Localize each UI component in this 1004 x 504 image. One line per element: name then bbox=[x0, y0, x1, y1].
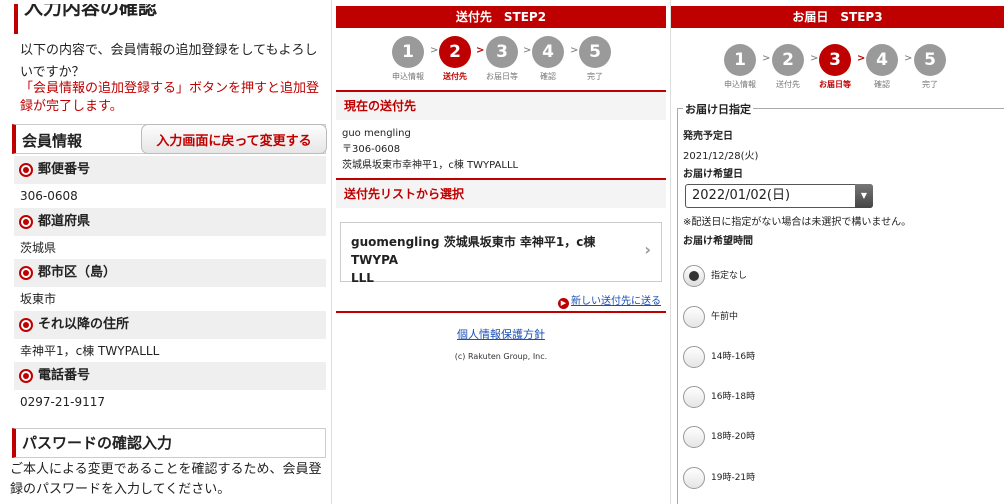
field-postal-code: 郵便番号 306-0608 bbox=[14, 156, 326, 208]
address-line: 茨城県坂東市幸神平1，c棟 TWYPALLL bbox=[342, 160, 519, 171]
field-value: 0297-21-9117 bbox=[20, 395, 106, 409]
delivery-date-note: ※配送日に指定がない場合は未選択で構いません。 bbox=[683, 217, 912, 228]
radio-button[interactable] bbox=[683, 346, 705, 368]
bullet-icon bbox=[19, 266, 33, 280]
delivery-date-select[interactable]: 2022/01/02(日) ▼ bbox=[685, 184, 873, 208]
bullet-icon bbox=[19, 318, 33, 332]
arrow-circle-icon: ▶ bbox=[558, 298, 569, 309]
delivery-date-panel: お届日 STEP3 1 申込情報 > 2 送付先 > 3 お届日等 > 4 確認 > 5… bbox=[670, 0, 1004, 504]
completion-note: 「会員情報の追加登録する」ボタンを押すと追加登録が完了します。 bbox=[20, 81, 320, 114]
step-header: 送付先 STEP2 bbox=[336, 6, 666, 28]
radio-button[interactable] bbox=[683, 386, 705, 408]
step-1: 1 申込情報 bbox=[388, 36, 428, 82]
postal-code: 〒306-0608 bbox=[342, 144, 401, 155]
step-2: 2 送付先 bbox=[435, 36, 475, 82]
shipping-address-panel: 送付先 STEP2 1 申込情報 > 2 送付先 > 3 お届日等 > 4 確認 > 5… bbox=[336, 0, 666, 504]
section-title: 会員情報 bbox=[22, 132, 83, 150]
confirm-panel: 入力内容の確認 以下の内容で、会員情報の追加登録をしてもよろしいですか？ 「会員… bbox=[0, 0, 332, 504]
step-progress: 1 申込情報 > 2 送付先 > 3 お届日等 > 4 確認 > 5 完了 bbox=[671, 44, 1004, 94]
password-section-title: パスワードの確認入力 bbox=[12, 428, 326, 458]
radio-button[interactable] bbox=[683, 306, 705, 328]
bullet-icon bbox=[19, 215, 33, 229]
field-label: 電話番号 bbox=[38, 368, 91, 383]
step-1: 1 申込情報 bbox=[720, 44, 760, 90]
field-label: 郡市区（島） bbox=[38, 265, 117, 280]
step-5: 5 完了 bbox=[910, 44, 950, 90]
saved-address-item[interactable]: guomengling 茨城県坂東市 幸神平1，c棟 TWYPA LLL › bbox=[340, 222, 662, 285]
field-phone: 電話番号 0297-21-9117 bbox=[14, 362, 326, 414]
radio-button[interactable] bbox=[683, 265, 705, 287]
step-progress: 1 申込情報 > 2 送付先 > 3 お届日等 > 4 確認 > 5 完了 bbox=[336, 36, 666, 86]
field-value: 306-0608 bbox=[20, 189, 78, 203]
fieldset-legend: お届け日指定 bbox=[683, 101, 753, 117]
release-date-value: 2021/12/28(火) bbox=[683, 151, 759, 162]
field-city: 郡市区（島） 坂東市 bbox=[14, 259, 326, 311]
step-3: 3 お届日等 bbox=[815, 44, 855, 90]
step-5: 5 完了 bbox=[575, 36, 615, 82]
radio-button[interactable] bbox=[683, 426, 705, 448]
field-value: 茨城県 bbox=[20, 241, 57, 255]
step-2: 2 送付先 bbox=[768, 44, 808, 90]
field-value: 坂東市 bbox=[20, 292, 57, 306]
step-3: 3 お届日等 bbox=[482, 36, 522, 82]
bullet-icon bbox=[19, 163, 33, 177]
field-label: それ以降の住所 bbox=[38, 317, 130, 332]
chevron-right-icon: › bbox=[644, 240, 651, 259]
field-label: 都道府県 bbox=[38, 214, 91, 229]
member-info-section-header: 会員情報 入力画面に戻って変更する bbox=[12, 124, 327, 154]
dropdown-arrow-icon: ▼ bbox=[855, 184, 873, 208]
address-list-title: 送付先リストから選択 bbox=[336, 178, 666, 208]
field-value: 幸神平1，c棟 TWYPALLL bbox=[20, 344, 160, 358]
radio-button[interactable] bbox=[683, 467, 705, 489]
page-title: 入力内容の確認 bbox=[14, 4, 324, 34]
field-prefecture: 都道府県 茨城県 bbox=[14, 208, 326, 260]
selected-date: 2022/01/02(日) bbox=[692, 188, 791, 203]
intro-text: 以下の内容で、会員情報の追加登録をしてもよろしいですか？ bbox=[20, 43, 318, 80]
bullet-icon bbox=[19, 369, 33, 383]
back-to-edit-button[interactable]: 入力画面に戻って変更する bbox=[141, 124, 327, 154]
delivery-time-label: お届け希望時間 bbox=[683, 236, 753, 247]
new-address-link[interactable]: ▶ 新しい送付先に送る bbox=[558, 292, 661, 309]
saved-address-line: LLL bbox=[351, 271, 374, 285]
step-header: お届日 STEP3 bbox=[671, 6, 1004, 28]
saved-address-line: guomengling 茨城県坂東市 幸神平1，c棟 TWYPA bbox=[351, 235, 596, 267]
release-date-label: 発売予定日 bbox=[683, 131, 733, 142]
password-instruction: ご本人による変更であることを確認するため、会員登録のパスワードを入力してください… bbox=[10, 462, 322, 497]
step-4: 4 確認 bbox=[528, 36, 568, 82]
current-address: guo mengling 〒306-0608 茨城県坂東市幸神平1，c棟 TWY… bbox=[342, 126, 518, 174]
copyright: (c) Rakuten Group, Inc. bbox=[454, 352, 548, 361]
field-street-address: それ以降の住所 幸神平1，c棟 TWYPALLL bbox=[14, 311, 326, 363]
recipient-name: guo mengling bbox=[342, 128, 411, 139]
divider bbox=[336, 311, 666, 313]
privacy-policy-link[interactable]: 個人情報保護方針 bbox=[336, 326, 666, 342]
step-4: 4 確認 bbox=[862, 44, 902, 90]
delivery-date-label: お届け希望日 bbox=[683, 169, 743, 180]
field-label: 郵便番号 bbox=[38, 162, 91, 177]
current-address-title: 現在の送付先 bbox=[336, 90, 666, 120]
